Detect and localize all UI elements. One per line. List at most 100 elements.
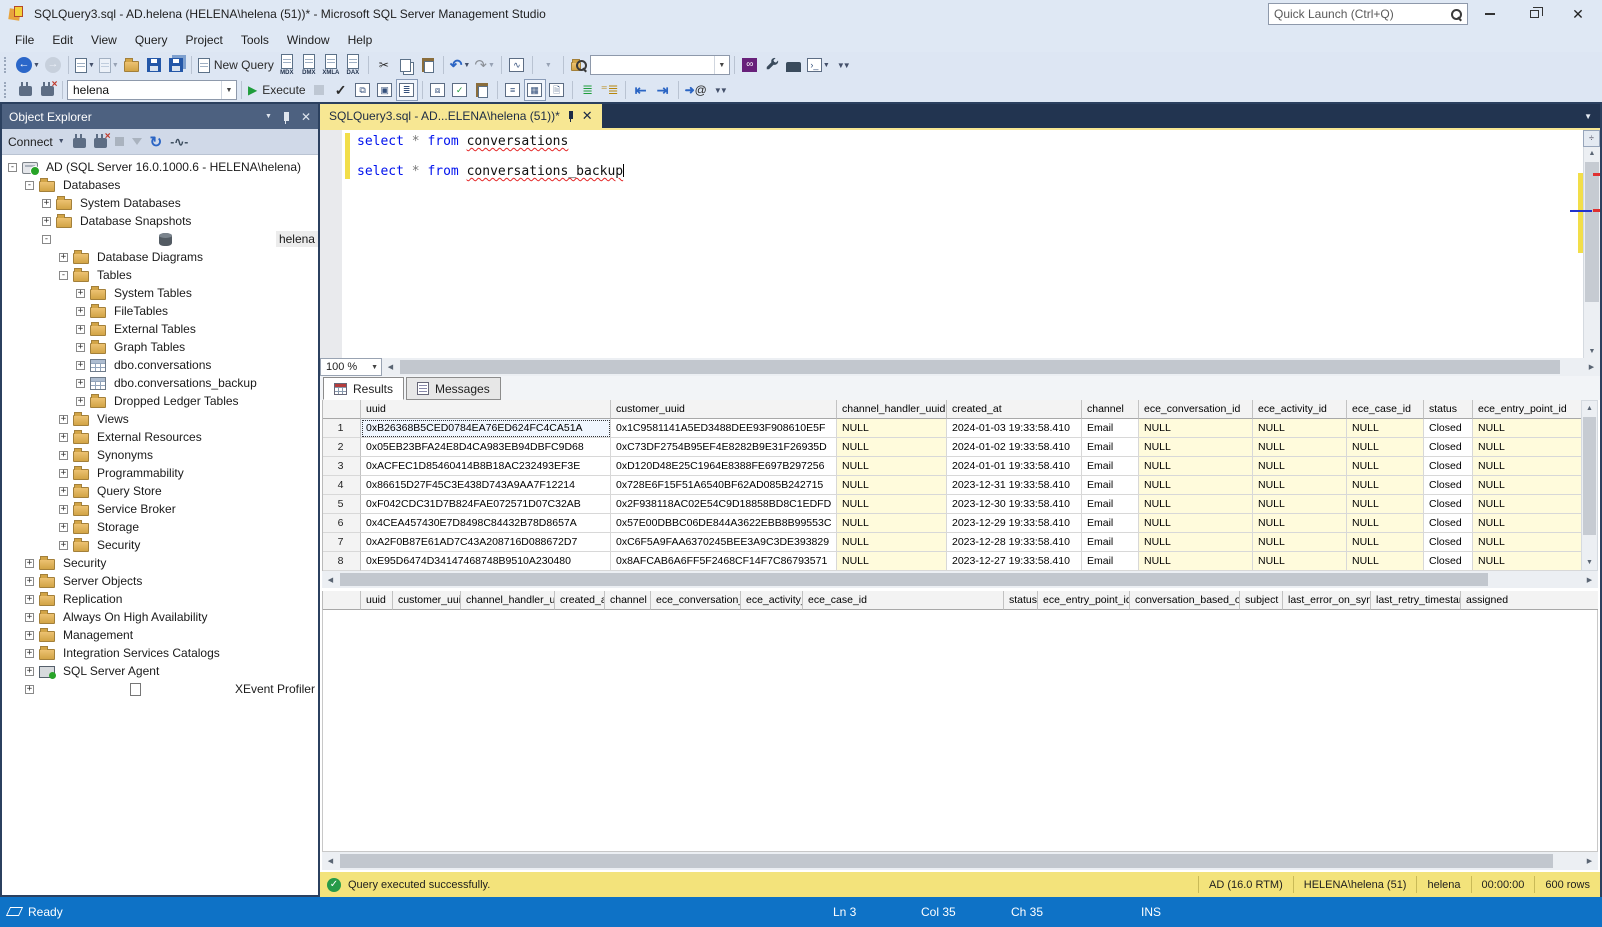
tree-item-external-tables[interactable]: +External Tables (2, 320, 318, 338)
grid-cell[interactable]: NULL (1347, 514, 1424, 533)
tree-item-programmability[interactable]: +Programmability (2, 464, 318, 482)
column-header-ece-entry-point-id[interactable]: ece_entry_point_id (1473, 400, 1581, 419)
results-2-horizontal-scrollbar[interactable]: ◀ ▶ (322, 852, 1598, 870)
tree-item-always-on-high-availability[interactable]: +Always On High Availability (2, 608, 318, 626)
grid-cell[interactable]: Email (1082, 552, 1139, 571)
tree-item-dropped-ledger-tables[interactable]: +Dropped Ledger Tables (2, 392, 318, 410)
grid-cell[interactable]: 0xF042CDC31D7B824FAE072571D07C32AB (361, 495, 611, 514)
grid-cell[interactable]: 0xB26368B5CED0784EA76ED624FC4CA51A (361, 419, 611, 438)
grid-cell[interactable]: Email (1082, 514, 1139, 533)
tab-messages[interactable]: Messages (406, 377, 501, 400)
query-options-button[interactable]: ▣ (374, 79, 396, 101)
grid-cell[interactable]: Closed (1424, 419, 1473, 438)
expand-icon[interactable]: + (76, 361, 85, 370)
grid-cell[interactable]: NULL (837, 438, 947, 457)
tree-item-dbo-conversations[interactable]: +dbo.conversations (2, 356, 318, 374)
column-header-uuid[interactable]: uuid (361, 591, 393, 610)
expand-icon[interactable]: + (59, 451, 68, 460)
grid-cell[interactable]: NULL (1139, 438, 1253, 457)
column-header-last-error-on-sync[interactable]: last_error_on_sync (1283, 591, 1371, 610)
scroll-right-icon[interactable]: ▶ (1581, 852, 1598, 870)
grid-cell[interactable]: Email (1082, 419, 1139, 438)
grid-cell[interactable]: NULL (837, 419, 947, 438)
grid-cell[interactable]: NULL (1139, 495, 1253, 514)
expand-icon[interactable]: + (25, 595, 34, 604)
panel-close-icon[interactable]: ✕ (301, 110, 311, 124)
new-mdx-query-button[interactable]: MDX (276, 54, 298, 76)
row-header[interactable]: 4 (323, 476, 361, 495)
toolbox-button[interactable] (783, 54, 805, 76)
paste-button[interactable] (417, 54, 439, 76)
grid-cell[interactable]: NULL (1253, 457, 1347, 476)
activity-monitor-button[interactable]: ∿ (506, 54, 528, 76)
grid-cell[interactable]: NULL (1253, 476, 1347, 495)
grid-cell[interactable]: 0x2F938118AC02E54C9D18858BD8C1EDFD (611, 495, 837, 514)
tree-item-system-databases[interactable]: +System Databases (2, 194, 318, 212)
column-header-channel[interactable]: channel (1082, 400, 1139, 419)
cut-button[interactable]: ✂ (373, 54, 395, 76)
new-file-button[interactable]: ▼ (73, 54, 97, 76)
grid-cell[interactable]: 0xE95D6474D34147468748B9510A230480 (361, 552, 611, 571)
grid-cell[interactable]: NULL (1253, 552, 1347, 571)
column-header-channel[interactable]: channel (605, 591, 651, 610)
new-dmx-query-button[interactable]: DMX (298, 54, 320, 76)
column-header-conversation-based-on[interactable]: conversation_based_on (1130, 591, 1240, 610)
tree-item-external-resources[interactable]: +External Resources (2, 428, 318, 446)
column-header-subject[interactable]: subject (1240, 591, 1283, 610)
column-header-ece-case-id[interactable]: ece_case_id (803, 591, 1004, 610)
toolbar-grip[interactable] (4, 82, 9, 98)
add-item-button[interactable]: ▼ (97, 54, 121, 76)
actual-plan-button[interactable]: ≣ (396, 79, 418, 101)
grid-cell[interactable]: NULL (1253, 533, 1347, 552)
results-to-file-button[interactable]: 🗎 (546, 79, 568, 101)
menu-project[interactable]: Project (177, 29, 232, 51)
grid-cell[interactable]: Email (1082, 533, 1139, 552)
scroll-down-icon[interactable]: ▼ (1584, 348, 1600, 355)
grid-cell[interactable]: NULL (837, 495, 947, 514)
grid-cell[interactable]: NULL (1139, 533, 1253, 552)
expand-icon[interactable]: + (59, 541, 68, 550)
estimated-plan-button[interactable]: ⧉ (352, 79, 374, 101)
results-to-grid-button[interactable]: ▦ (524, 79, 546, 101)
undo-button[interactable]: ↶▼ (448, 54, 473, 76)
tree-item-filetables[interactable]: +FileTables (2, 302, 318, 320)
expand-icon[interactable]: + (76, 397, 85, 406)
column-header-last-retry-timestamp[interactable]: last_retry_timestamp (1371, 591, 1461, 610)
statusbar-char[interactable]: Ch 35 (1011, 905, 1043, 919)
execute-button[interactable]: ▶ Execute (246, 79, 308, 101)
sqlcmd-mode-button[interactable]: ➜@ (683, 79, 709, 101)
grid-cell[interactable]: 2024-01-02 19:33:58.410 (947, 438, 1082, 457)
connect-icon[interactable] (73, 138, 86, 148)
menu-view[interactable]: View (82, 29, 126, 51)
nav-back-button[interactable]: ←▼ (14, 54, 42, 76)
disabled-dropdown[interactable]: ▼ (537, 54, 559, 76)
grid-cell[interactable]: Email (1082, 457, 1139, 476)
scrollbar-thumb[interactable] (1585, 162, 1599, 302)
column-header-uuid[interactable]: uuid (361, 400, 611, 419)
column-header-ece-activity-id[interactable]: ece_activity_id (1253, 400, 1347, 419)
expand-icon[interactable]: + (25, 631, 34, 640)
tree-item-synonyms[interactable]: +Synonyms (2, 446, 318, 464)
scrollbar-thumb[interactable] (340, 854, 1553, 868)
tree-item-databases[interactable]: -Databases (2, 176, 318, 194)
restore-button[interactable] (1512, 0, 1556, 28)
tree-item-tables[interactable]: -Tables (2, 266, 318, 284)
tree-item-helena[interactable]: -helena (2, 230, 318, 248)
grid-cell[interactable]: NULL (1139, 476, 1253, 495)
menu-edit[interactable]: Edit (43, 29, 82, 51)
grid-cell[interactable]: 2023-12-31 19:33:58.410 (947, 476, 1082, 495)
code-line[interactable]: select * from conversations_backup (357, 164, 624, 179)
expand-icon[interactable]: + (76, 307, 85, 316)
minimize-button[interactable] (1468, 0, 1512, 28)
editor-splitter-handle[interactable]: ÷ (1583, 130, 1600, 147)
code-line[interactable]: select * from conversations (357, 134, 624, 149)
expand-icon[interactable]: + (59, 433, 68, 442)
grid-cell[interactable]: NULL (1347, 457, 1424, 476)
tree-item-service-broker[interactable]: +Service Broker (2, 500, 318, 518)
grid-cell[interactable]: NULL (1139, 457, 1253, 476)
grid-cell[interactable]: NULL (1347, 533, 1424, 552)
grid-cell[interactable]: 0xA2F0B87E61AD7C43A208716D088672D7 (361, 533, 611, 552)
new-query-button[interactable]: New Query (196, 54, 276, 76)
grid-cell[interactable]: Closed (1424, 552, 1473, 571)
editor-horizontal-scrollbar[interactable]: ◀ ▶ (382, 358, 1600, 376)
